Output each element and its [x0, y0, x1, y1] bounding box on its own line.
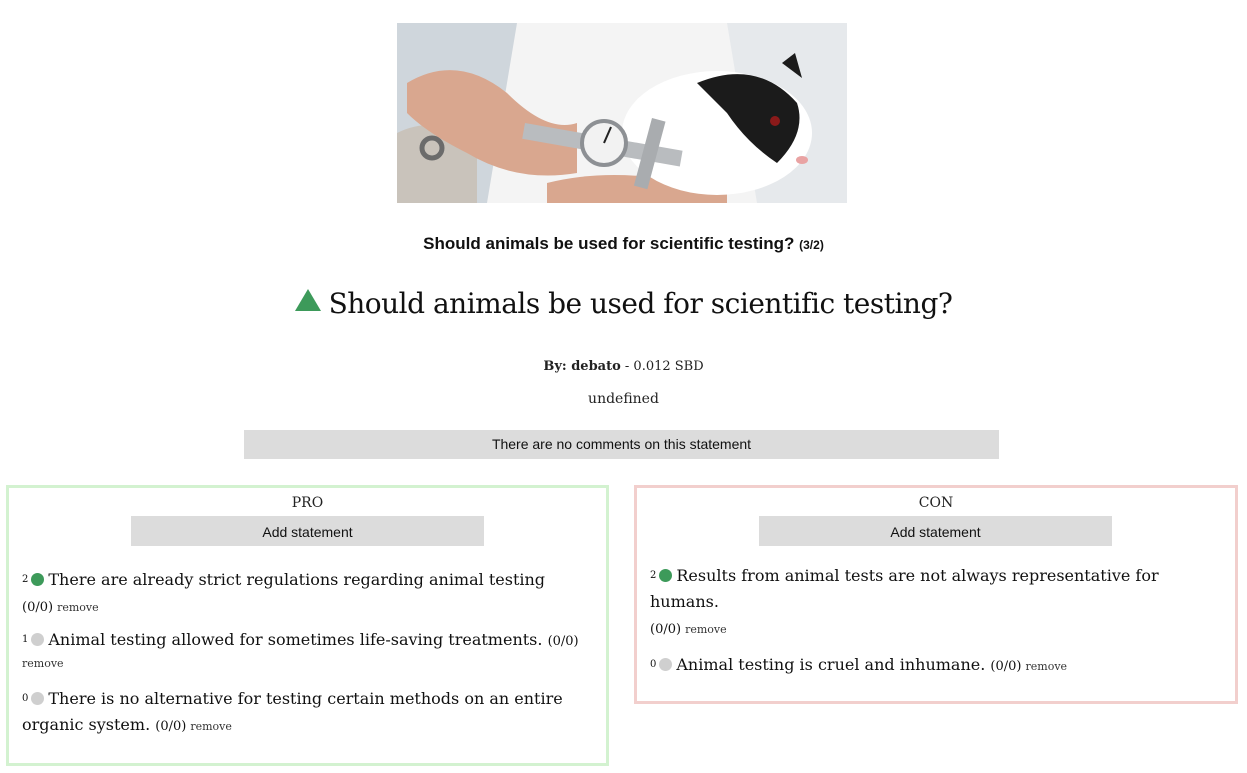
statement-score: (0/0) [990, 659, 1022, 674]
vote-count: 0 [22, 693, 29, 704]
comments-empty-notice[interactable]: There are no comments on this statement [244, 430, 999, 459]
con-column: CON Add statement 2 Results from animal t… [634, 485, 1238, 704]
pro-statement: 2 There are already strict regulations re… [22, 567, 588, 621]
vote-count: 1 [22, 634, 29, 645]
statement-text[interactable]: Animal testing is cruel and inhumane. [676, 655, 985, 674]
vote-count: 2 [650, 570, 657, 581]
status-dot-icon [31, 573, 45, 586]
statement-score: (0/0) [155, 719, 187, 734]
status-dot-icon [31, 633, 45, 646]
topic-count: (3/2) [799, 238, 824, 252]
remove-link[interactable]: remove [57, 601, 99, 614]
statement-score: (0/0) [547, 634, 579, 649]
statement-score: (0/0) [22, 600, 54, 615]
hero-image [397, 23, 847, 203]
author[interactable]: By: debato [543, 359, 620, 374]
remove-link[interactable]: remove [190, 720, 232, 733]
remove-link[interactable]: remove [685, 623, 727, 636]
pro-column: PRO Add statement 2 There are already str… [6, 485, 609, 766]
status-dot-icon [659, 569, 673, 582]
con-label: CON [918, 495, 954, 511]
topic-title-text: Should animals be used for scientific te… [423, 234, 795, 253]
topic-title[interactable]: Should animals be used for scientific te… [0, 234, 1247, 254]
pro-add-statement-button[interactable]: Add statement [131, 516, 484, 546]
remove-link[interactable]: remove [1026, 660, 1068, 673]
pro-label: PRO [291, 495, 324, 511]
hero-photo-illustration [397, 23, 847, 203]
payout: - 0.012 SBD [620, 359, 704, 374]
status-dot-icon [659, 658, 673, 671]
con-statement: 0 Animal testing is cruel and inhumane. (… [650, 652, 1217, 680]
statement-text[interactable]: Results from animal tests are not always… [650, 566, 1159, 611]
vote-count: 0 [650, 659, 657, 670]
statement-heading-text: Should animals be used for scientific te… [328, 287, 953, 320]
statement-text[interactable]: There are already strict regulations reg… [48, 570, 545, 589]
vote-count: 2 [22, 574, 29, 585]
con-statement: 2 Results from animal tests are not alway… [650, 563, 1217, 643]
remove-link[interactable]: remove [22, 657, 64, 670]
statement-text[interactable]: There is no alternative for testing cert… [22, 689, 563, 734]
statement-text[interactable]: Animal testing allowed for sometimes lif… [48, 630, 542, 649]
pro-statement: 0 There is no alternative for testing cer… [22, 686, 588, 740]
statement-description: undefined [588, 391, 659, 407]
pro-statement: 1 Animal testing allowed for sometimes li… [22, 630, 588, 674]
con-add-statement-button[interactable]: Add statement [759, 516, 1112, 546]
upvote-arrow-icon[interactable] [294, 289, 321, 311]
status-dot-icon [31, 692, 45, 705]
byline: By: debato - 0.012 SBD [0, 359, 1247, 374]
statement-score: (0/0) [650, 622, 682, 637]
statement-heading: Should animals be used for scientific te… [0, 287, 1247, 320]
